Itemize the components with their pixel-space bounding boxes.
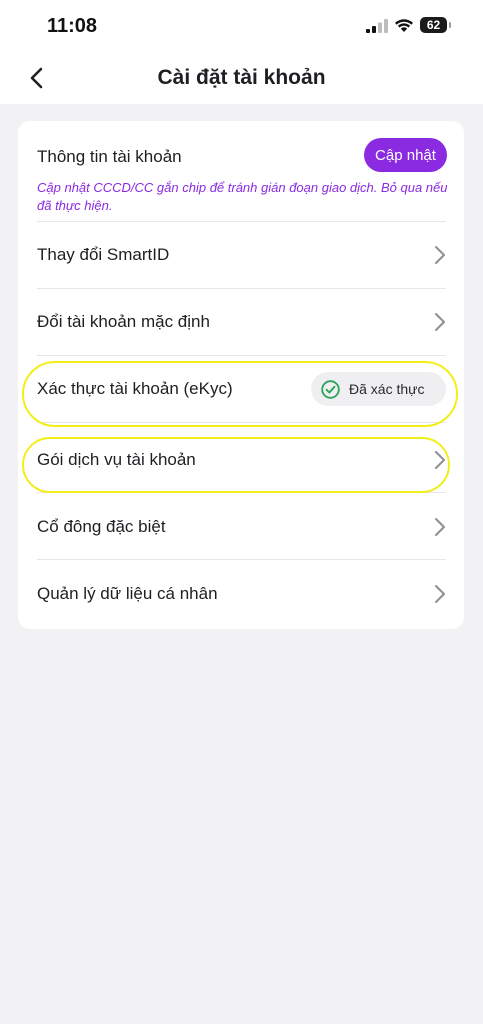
battery-level: 62 — [420, 17, 447, 33]
verified-status-text: Đã xác thực — [349, 381, 425, 397]
divider — [37, 422, 446, 423]
battery-cap — [449, 22, 451, 28]
wifi-icon — [395, 19, 413, 32]
menu-item-label: Thay đổi SmartID — [37, 245, 170, 264]
page-title: Cài đặt tài khoản — [157, 66, 326, 89]
navigation-bar: Cài đặt tài khoản — [0, 54, 483, 104]
update-button[interactable]: Cập nhật — [364, 138, 447, 172]
account-info-section: Thông tin tài khoản Cập nhật Cập nhật CC… — [18, 121, 464, 221]
menu-item-default-account[interactable]: Đổi tài khoản mặc định — [18, 289, 464, 355]
verified-badge: Đã xác thực — [311, 372, 446, 406]
menu-item-label: Đổi tài khoản mặc định — [37, 312, 210, 331]
menu-item-service-package[interactable]: Gói dịch vụ tài khoản — [18, 427, 464, 493]
status-time: 11:08 — [47, 15, 98, 37]
account-info-note: Cập nhật CCCD/CC gắn chip để tránh gián … — [37, 180, 448, 213]
menu-item-ekyc[interactable]: Xác thực tài khoản (eKyc) Đã xác thực — [18, 356, 464, 422]
chevron-right-icon — [435, 313, 445, 331]
cellular-signal-icon — [366, 19, 388, 33]
divider — [37, 559, 446, 560]
account-info-title: Thông tin tài khoản — [37, 147, 182, 166]
menu-item-special-shareholder[interactable]: Cổ đông đặc biệt — [18, 494, 464, 560]
menu-item-label: Quản lý dữ liệu cá nhân — [37, 584, 218, 603]
menu-item-label: Gói dịch vụ tài khoản — [37, 450, 196, 469]
settings-card: Thông tin tài khoản Cập nhật Cập nhật CC… — [18, 121, 464, 629]
chevron-right-icon — [435, 585, 445, 603]
chevron-right-icon — [435, 451, 445, 469]
menu-item-label: Cổ đông đặc biệt — [37, 517, 166, 536]
menu-item-label: Xác thực tài khoản (eKyc) — [37, 379, 233, 398]
menu-item-change-smartid[interactable]: Thay đổi SmartID — [18, 222, 464, 288]
check-circle-icon — [321, 380, 340, 399]
divider — [37, 492, 446, 493]
menu-item-personal-data[interactable]: Quản lý dữ liệu cá nhân — [18, 561, 464, 627]
status-bar: 11:08 62 — [0, 0, 483, 54]
chevron-right-icon — [435, 246, 445, 264]
chevron-right-icon — [435, 518, 445, 536]
